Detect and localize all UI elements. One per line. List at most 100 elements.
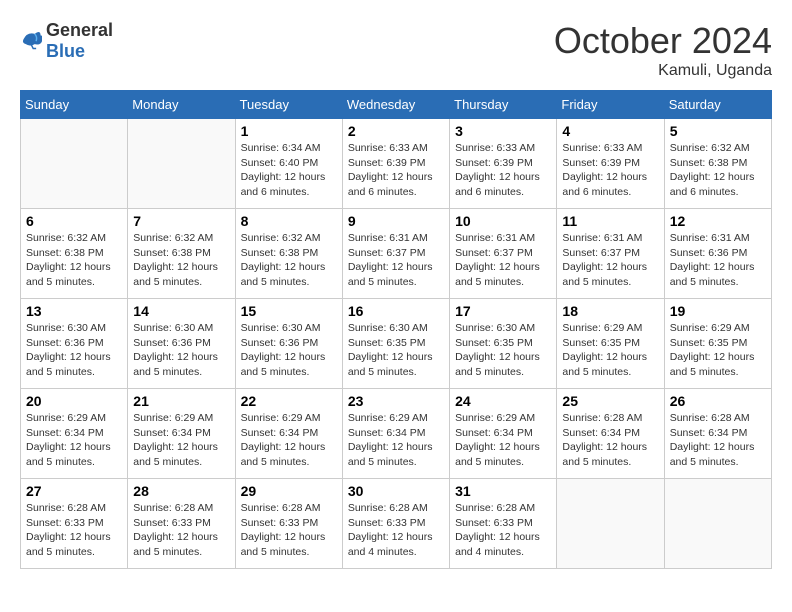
daylight-text: and 5 minutes. xyxy=(670,276,739,288)
calendar-cell: 3Sunrise: 6:33 AMSunset: 6:39 PMDaylight… xyxy=(450,119,557,209)
daylight-text: and 5 minutes. xyxy=(670,366,739,378)
day-number: 21 xyxy=(133,393,229,409)
sunrise-text: Sunrise: 6:28 AM xyxy=(241,502,321,514)
day-number: 13 xyxy=(26,303,122,319)
daylight-text: and 4 minutes. xyxy=(455,546,524,558)
sunrise-text: Sunrise: 6:28 AM xyxy=(26,502,106,514)
day-number: 7 xyxy=(133,213,229,229)
sunrise-text: Sunrise: 6:28 AM xyxy=(670,412,750,424)
day-number: 9 xyxy=(348,213,444,229)
day-info: Sunrise: 6:31 AMSunset: 6:36 PMDaylight:… xyxy=(670,231,766,290)
calendar-header-row: SundayMondayTuesdayWednesdayThursdayFrid… xyxy=(21,91,772,119)
calendar-cell: 18Sunrise: 6:29 AMSunset: 6:35 PMDayligh… xyxy=(557,299,664,389)
day-number: 24 xyxy=(455,393,551,409)
daylight-text: and 5 minutes. xyxy=(133,276,202,288)
day-number: 31 xyxy=(455,483,551,499)
day-info: Sunrise: 6:29 AMSunset: 6:34 PMDaylight:… xyxy=(133,411,229,470)
daylight-text: Daylight: 12 hours xyxy=(670,171,755,183)
daylight-text: and 5 minutes. xyxy=(26,456,95,468)
calendar-cell: 8 Sunrise: 6:32 AMSunset: 6:38 PMDaylight… xyxy=(235,209,342,299)
sunrise-text: Sunrise: 6:30 AM xyxy=(348,322,428,334)
day-info: Sunrise: 6:32 AM Sunset: 6:38 PM Daylight:… xyxy=(670,141,766,200)
day-info: Sunrise: 6:28 AMSunset: 6:34 PMDaylight:… xyxy=(562,411,658,470)
sunrise-text: Sunrise: 6:32 AM xyxy=(133,232,213,244)
sunrise-text: Sunrise: 6:30 AM xyxy=(241,322,321,334)
day-number: 8 xyxy=(241,213,337,229)
daylight-text: Daylight: 12 hours xyxy=(562,441,647,453)
daylight-text: and 5 minutes. xyxy=(670,456,739,468)
sunset-text: Sunset: 6:35 PM xyxy=(670,337,748,349)
sunrise-text: Sunrise: 6:30 AM xyxy=(133,322,213,334)
sunrise-text: Sunrise: 6:29 AM xyxy=(26,412,106,424)
sunset-text: Sunset: 6:33 PM xyxy=(455,517,533,529)
day-info: Sunrise: 6:30 AMSunset: 6:36 PMDaylight:… xyxy=(241,321,337,380)
daylight-text: and 5 minutes. xyxy=(26,276,95,288)
calendar-header-thursday: Thursday xyxy=(450,91,557,119)
calendar-header-tuesday: Tuesday xyxy=(235,91,342,119)
day-number: 27 xyxy=(26,483,122,499)
daylight-text: and 6 minutes. xyxy=(670,186,739,198)
day-info: Sunrise: 6:32 AMSunset: 6:38 PMDaylight:… xyxy=(133,231,229,290)
calendar-cell: 11 Sunrise: 6:31 AMSunset: 6:37 PMDayligh… xyxy=(557,209,664,299)
day-info: Sunrise: 6:30 AMSunset: 6:36 PMDaylight:… xyxy=(133,321,229,380)
sunrise-text: Sunrise: 6:29 AM xyxy=(133,412,213,424)
calendar-header-wednesday: Wednesday xyxy=(342,91,449,119)
sunrise-text: Sunrise: 6:34 AM xyxy=(241,142,321,154)
day-number: 25 xyxy=(562,393,658,409)
day-number: 6 xyxy=(26,213,122,229)
day-number: 2 xyxy=(348,123,444,139)
day-info: Sunrise: 6:28 AMSunset: 6:33 PMDaylight:… xyxy=(133,501,229,560)
calendar-cell: 20Sunrise: 6:29 AMSunset: 6:34 PMDayligh… xyxy=(21,389,128,479)
calendar-cell: 22Sunrise: 6:29 AMSunset: 6:34 PMDayligh… xyxy=(235,389,342,479)
sunrise-text: Sunrise: 6:30 AM xyxy=(455,322,535,334)
day-info: Sunrise: 6:31 AMSunset: 6:37 PMDaylight:… xyxy=(562,231,658,290)
day-number: 10 xyxy=(455,213,551,229)
day-number: 11 xyxy=(562,213,658,229)
day-number: 3 xyxy=(455,123,551,139)
day-info: Sunrise: 6:29 AMSunset: 6:34 PMDaylight:… xyxy=(455,411,551,470)
logo: General Blue xyxy=(20,20,113,62)
sunrise-text: Sunrise: 6:29 AM xyxy=(455,412,535,424)
sunrise-text: Sunrise: 6:28 AM xyxy=(348,502,428,514)
daylight-text: Daylight: 12 hours xyxy=(348,441,433,453)
day-number: 18 xyxy=(562,303,658,319)
day-number: 23 xyxy=(348,393,444,409)
sunset-text: Sunset: 6:34 PM xyxy=(241,427,319,439)
sunset-text: Sunset: 6:36 PM xyxy=(670,247,748,259)
calendar-cell xyxy=(664,479,771,569)
calendar-header-sunday: Sunday xyxy=(21,91,128,119)
day-info: Sunrise: 6:33 AMSunset: 6:39 PMDaylight:… xyxy=(348,141,444,200)
calendar-cell: 31Sunrise: 6:28 AMSunset: 6:33 PMDayligh… xyxy=(450,479,557,569)
title-area: October 2024 Kamuli, Uganda xyxy=(554,20,772,80)
day-info: Sunrise: 6:31 AMSunset: 6:37 PMDaylight:… xyxy=(348,231,444,290)
sunset-text: Sunset: 6:37 PM xyxy=(455,247,533,259)
day-info: Sunrise: 6:32 AMSunset: 6:38 PMDaylight:… xyxy=(241,231,337,290)
sunset-text: Sunset: 6:34 PM xyxy=(348,427,426,439)
calendar-cell: 23 Sunrise: 6:29 AM Sunset: 6:34 PM Dayligh… xyxy=(342,389,449,479)
daylight-text: and 5 minutes. xyxy=(455,366,524,378)
day-number: 30 xyxy=(348,483,444,499)
sunset-text: Sunset: 6:33 PM xyxy=(26,517,104,529)
sunrise-text: Sunrise: 6:31 AM xyxy=(455,232,535,244)
daylight-text: Daylight: 12 hours xyxy=(26,531,111,543)
daylight-text: Daylight: 12 hours xyxy=(455,351,540,363)
sunrise-text: Sunrise: 6:33 AM xyxy=(348,142,428,154)
calendar-cell: 25 Sunrise: 6:28 AMSunset: 6:34 PMDayligh… xyxy=(557,389,664,479)
sunset-text: Sunset: 6:34 PM xyxy=(455,427,533,439)
calendar-cell: 15Sunrise: 6:30 AMSunset: 6:36 PMDayligh… xyxy=(235,299,342,389)
daylight-text: Daylight: 12 hours xyxy=(26,261,111,273)
sunset-text: Sunset: 6:33 PM xyxy=(133,517,211,529)
calendar-cell: 7 Sunrise: 6:32 AMSunset: 6:38 PMDaylight… xyxy=(128,209,235,299)
day-number: 19 xyxy=(670,303,766,319)
daylight-text: Daylight: 12 hours xyxy=(241,441,326,453)
sunset-text: Sunset: 6:38 PM xyxy=(670,157,748,169)
calendar-cell: 19Sunrise: 6:29 AMSunset: 6:35 PMDayligh… xyxy=(664,299,771,389)
sunrise-text: Sunrise: 6:29 AM xyxy=(348,412,428,424)
sunset-text: Sunset: 6:34 PM xyxy=(26,427,104,439)
sunrise-text: Sunrise: 6:32 AM xyxy=(670,142,750,154)
day-info: Sunrise: 6:30 AMSunset: 6:35 PMDaylight:… xyxy=(455,321,551,380)
sunrise-text: Sunrise: 6:31 AM xyxy=(348,232,428,244)
calendar-cell: 13Sunrise: 6:30 AMSunset: 6:36 PMDayligh… xyxy=(21,299,128,389)
daylight-text: and 6 minutes. xyxy=(455,186,524,198)
daylight-text: Daylight: 12 hours xyxy=(562,171,647,183)
